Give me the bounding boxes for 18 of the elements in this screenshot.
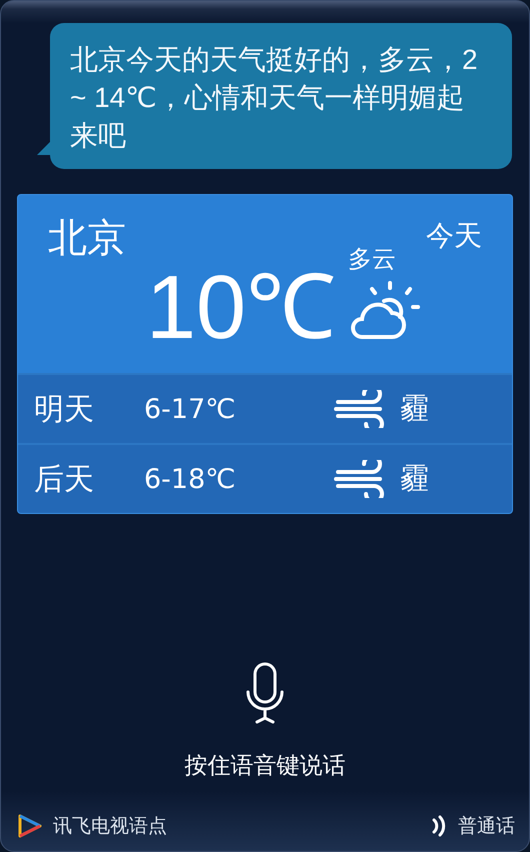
reply-bubble: 北京今天的天气挺好的，多云，2 ~ 14℃，心情和天气一样明媚起来吧 [50, 23, 512, 169]
day-label: 今天 [426, 218, 482, 254]
microphone-icon [245, 662, 285, 726]
condition-text: 多云 [348, 244, 396, 275]
forecast-range: 6-18℃ [144, 464, 237, 494]
play-logo-icon [17, 813, 43, 839]
sound-wave-icon [432, 815, 448, 837]
forecast-condition: 霾 [400, 460, 429, 497]
forecast-range: 6-17℃ [144, 394, 237, 424]
bubble-tail [37, 141, 51, 155]
app-name: 讯飞电视语点 [53, 814, 167, 839]
city-name: 北京 [48, 215, 126, 263]
forecast-day: 后天 [34, 458, 144, 500]
forecast-condition: 霾 [400, 390, 429, 427]
language-label[interactable]: 普通话 [458, 813, 515, 839]
temperature: 10℃ [146, 257, 336, 360]
voice-hint: 按住语音键说话 [184, 752, 346, 781]
forecast-day: 明天 [34, 388, 144, 430]
